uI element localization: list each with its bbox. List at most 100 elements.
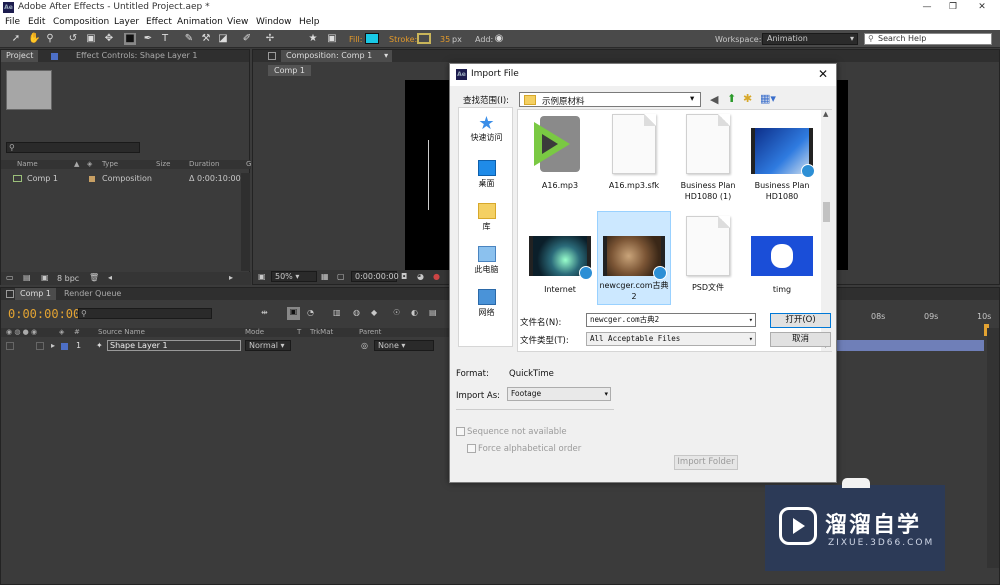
import-as-select[interactable]: Footage ▾ (507, 387, 611, 401)
layer-label-swatch[interactable] (61, 343, 68, 350)
video-toggle-icon[interactable] (6, 342, 14, 350)
tab-project[interactable]: Project (1, 50, 39, 62)
add-menu-icon[interactable]: ◉ (493, 33, 505, 45)
maximize-button[interactable]: ❐ (938, 0, 968, 15)
layer-row[interactable]: ▸ 1 ✦ Shape Layer 1 Normal ▾ ◎ None ▾ (1, 340, 451, 352)
interpret-footage-icon[interactable]: ▭ (6, 273, 14, 282)
back-icon[interactable]: ◀ (710, 93, 718, 106)
star-shape-icon[interactable]: ★ (307, 33, 319, 45)
tab-composition[interactable]: Composition: Comp 1 ▾ (281, 50, 393, 62)
brainstorm-icon[interactable]: ◆ (371, 308, 377, 317)
column-type[interactable]: Type (102, 160, 118, 169)
hand-tool-icon[interactable]: ✋ (28, 33, 40, 45)
place-this-pc[interactable]: 此电脑 (459, 246, 514, 275)
place-desktop[interactable]: 桌面 (459, 160, 514, 189)
column-source-name[interactable]: Source Name (98, 328, 145, 337)
new-folder-icon[interactable]: ✱ (743, 92, 752, 105)
bit-depth-label[interactable]: 8 bpc (57, 274, 79, 283)
cancel-button[interactable]: 取消 (770, 332, 831, 347)
new-folder-icon[interactable]: ▤ (23, 273, 31, 282)
tab-comp-1[interactable]: Comp 1 (15, 288, 56, 300)
file-item[interactable]: Business Plan HD1080 (746, 114, 818, 202)
mode-select[interactable]: Normal ▾ (245, 340, 291, 351)
file-item[interactable]: PSD文件 (672, 216, 744, 293)
zoom-select[interactable]: 50% ▾ (271, 271, 317, 282)
menu-view[interactable]: View (227, 17, 248, 27)
stroke-width-value[interactable]: 35 (440, 35, 450, 44)
parent-select[interactable]: None ▾ (374, 340, 434, 351)
layer-duration-bar[interactable] (837, 340, 984, 351)
current-time-display[interactable]: 0:00:00:00 (8, 307, 80, 321)
tab-render-queue[interactable]: Render Queue (59, 288, 126, 300)
live-update-icon[interactable]: ▤ (429, 308, 437, 317)
lock-icon[interactable] (268, 52, 276, 60)
layer-name[interactable]: Shape Layer 1 (107, 340, 241, 351)
workspace-select[interactable]: Animation ▾ (762, 33, 858, 45)
clone-stamp-tool-icon[interactable]: ⚒ (200, 33, 212, 45)
trash-icon[interactable]: 🗑 (89, 273, 99, 282)
selection-tool-icon[interactable]: ➚ (10, 33, 22, 45)
menu-window[interactable]: Window (256, 17, 292, 27)
label-color-swatch[interactable] (89, 176, 95, 182)
scroll-right-icon[interactable]: ▸ (229, 273, 233, 282)
timeline-search-input[interactable]: ⚲ (78, 308, 212, 319)
place-quick-access[interactable]: ★ 快速访问 (459, 115, 514, 143)
timeline-ruler[interactable]: 08s 09s 10s (837, 310, 991, 322)
column-parent[interactable]: Parent (359, 328, 381, 337)
pen-tool-icon[interactable]: ✒ (142, 33, 154, 45)
grid-icon[interactable]: ▦ (321, 272, 329, 281)
menu-effect[interactable]: Effect (146, 17, 172, 27)
sequence-checkbox[interactable] (456, 427, 465, 436)
view-menu-icon[interactable]: ▦▾ (760, 92, 776, 105)
channel-rgb-icon[interactable]: ● (433, 272, 440, 281)
column-trkmat[interactable]: TrkMat (310, 328, 333, 337)
dialog-close-button[interactable]: ✕ (818, 67, 828, 81)
project-row[interactable]: Comp 1 Composition Δ 0:00:10:00 (1, 173, 241, 184)
column-name[interactable]: Name (17, 160, 38, 169)
draft-3d-icon[interactable]: ▣ (287, 307, 300, 320)
shape-options-icon[interactable]: ▣ (326, 33, 338, 45)
search-help-input[interactable]: ⚲ Search Help (864, 33, 992, 45)
close-tab-icon[interactable] (6, 290, 14, 298)
eraser-tool-icon[interactable]: ◪ (217, 33, 229, 45)
file-item[interactable]: Internet (524, 234, 596, 295)
text-tool-icon[interactable]: T (159, 33, 171, 45)
force-alphabetical-checkbox[interactable] (467, 444, 476, 453)
puppet-pin-tool-icon[interactable]: ✢ (264, 33, 276, 45)
zoom-tool-icon[interactable]: ⚲ (44, 33, 56, 45)
hide-shy-layers-icon[interactable]: ◔ (307, 308, 314, 317)
mask-icon[interactable]: ▢ (337, 272, 345, 281)
menu-animation[interactable]: Animation (177, 17, 223, 27)
file-item[interactable]: Business Plan HD1080 (1) (672, 114, 744, 202)
lock-toggle-icon[interactable] (36, 342, 44, 350)
place-libraries[interactable]: 库 (459, 203, 514, 232)
column-t[interactable]: T (297, 328, 301, 337)
stroke-color-swatch[interactable] (417, 33, 431, 44)
color-channel-icon[interactable]: ◕ (417, 272, 424, 281)
snapshot-icon[interactable]: ◘ (401, 272, 407, 281)
column-mode[interactable]: Mode (245, 328, 264, 337)
magnify-icon[interactable]: ▣ (258, 272, 266, 281)
rotate-tool-icon[interactable]: ↺ (67, 33, 79, 45)
tab-effect-controls[interactable]: Effect Controls: Shape Layer 1 (71, 50, 202, 62)
column-size[interactable]: Size (156, 160, 170, 169)
motion-blur-icon[interactable]: ◍ (353, 308, 360, 317)
up-folder-icon[interactable]: ⬆ (727, 92, 736, 105)
file-item-selected[interactable]: newcger.com古典2 (597, 211, 671, 305)
menu-composition[interactable]: Composition (53, 17, 109, 27)
auto-keyframe-icon[interactable]: ◐ (411, 308, 418, 317)
timeline-scrollbar[interactable] (987, 328, 999, 568)
new-composition-icon[interactable]: ▣ (41, 273, 49, 282)
frame-blending-icon[interactable]: ▥ (333, 308, 341, 317)
filetype-select[interactable]: All Acceptable Files ▾ (586, 332, 756, 346)
pan-behind-tool-icon[interactable]: ✥ (103, 33, 115, 45)
comp-time-field[interactable]: 0:00:00:00 (351, 271, 399, 282)
file-item[interactable]: timg (746, 234, 818, 295)
project-scrollbar[interactable] (241, 173, 250, 271)
menu-layer[interactable]: Layer (114, 17, 139, 27)
place-network[interactable]: 网络 (459, 289, 514, 318)
column-duration[interactable]: Duration (189, 160, 219, 169)
scroll-up-icon[interactable]: ▲ (823, 110, 828, 118)
menu-help[interactable]: Help (299, 17, 320, 27)
comp-subtab[interactable]: Comp 1 (268, 65, 311, 76)
